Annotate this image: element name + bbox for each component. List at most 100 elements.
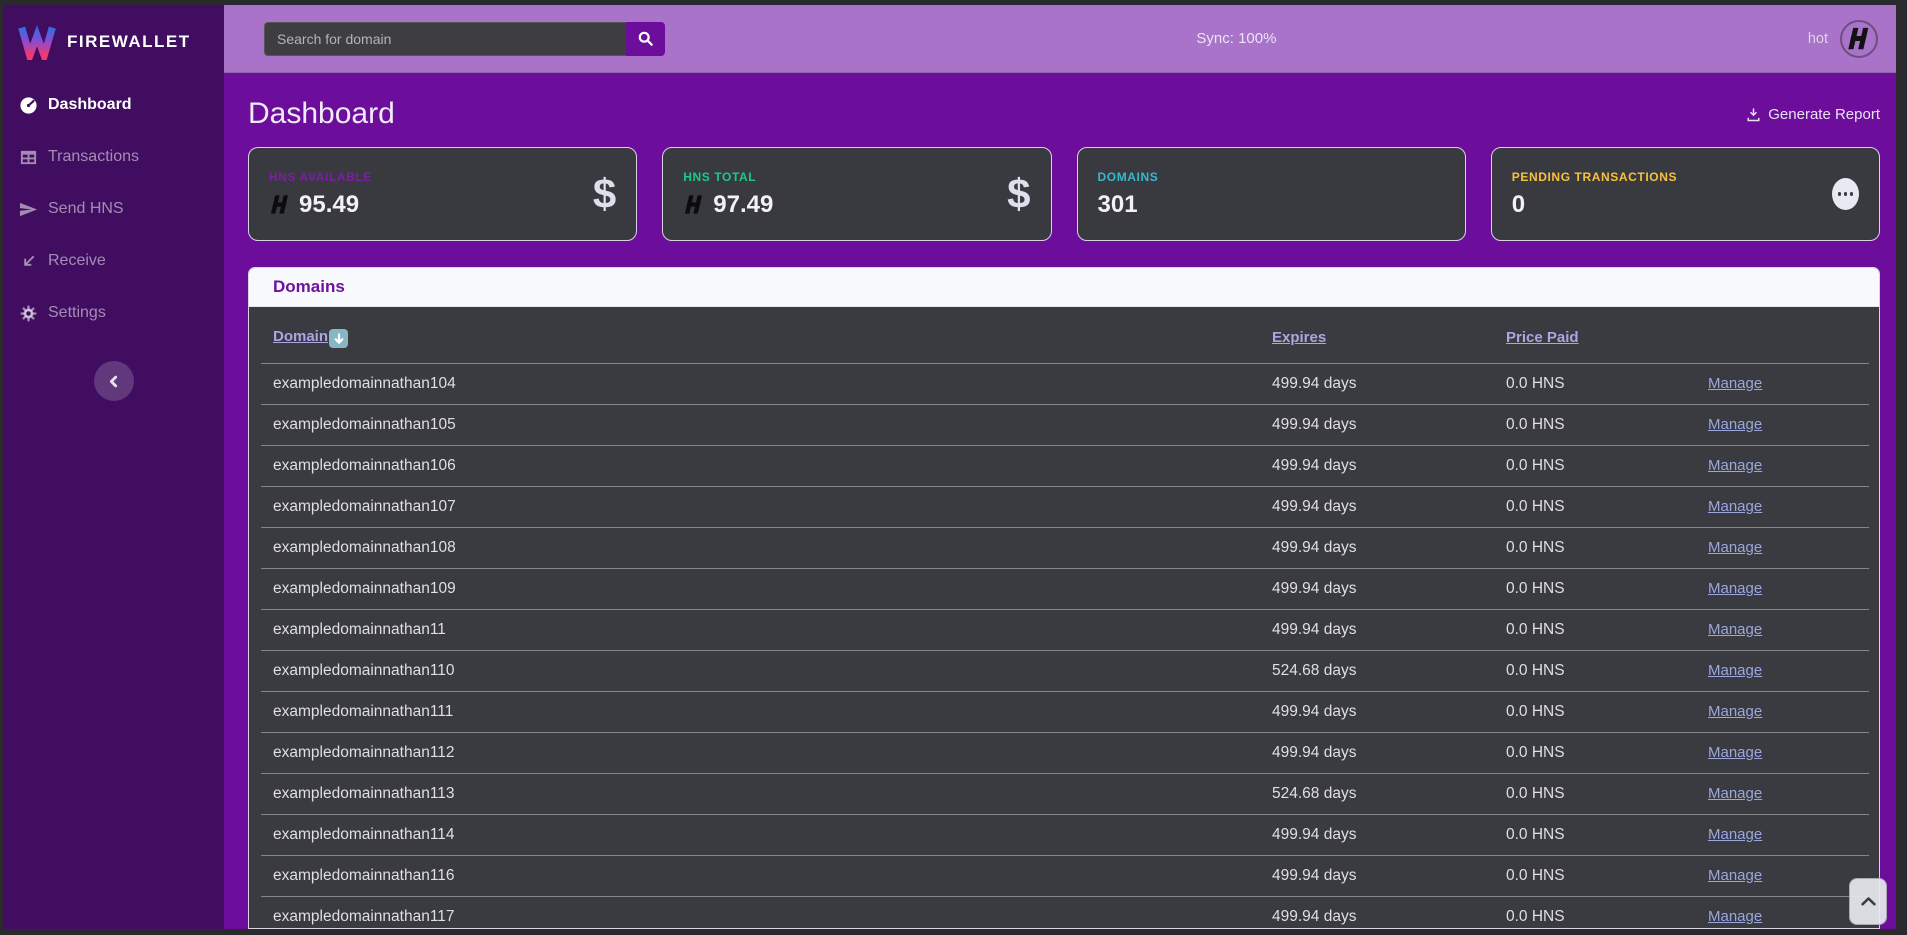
domains-panel-header: Domains bbox=[249, 268, 1879, 307]
hns-logo-icon bbox=[269, 193, 292, 216]
sidebar-nav: Dashboard Transactions Send HNS Receive bbox=[3, 79, 224, 339]
domains-table: Domain Expires Price Paid exampledomainn… bbox=[261, 307, 1869, 928]
manage-link[interactable]: Manage bbox=[1708, 785, 1762, 802]
domain-cell: exampledomainnathan111 bbox=[261, 691, 1260, 732]
domain-cell: exampledomainnathan107 bbox=[261, 486, 1260, 527]
domain-cell: exampledomainnathan112 bbox=[261, 732, 1260, 773]
price-cell: 0.0 HNS bbox=[1494, 609, 1696, 650]
manage-link[interactable]: Manage bbox=[1708, 416, 1762, 433]
stat-card-label: HNS AVAILABLE bbox=[269, 170, 372, 184]
search-input[interactable] bbox=[264, 22, 626, 56]
stat-card-hns-available: HNS AVAILABLE 95.49 $ bbox=[248, 147, 637, 241]
sidebar-item-dashboard[interactable]: Dashboard bbox=[3, 79, 224, 131]
dollar-sign-icon: $ bbox=[593, 173, 616, 215]
download-icon bbox=[1746, 107, 1761, 122]
stat-card-value: 95.49 bbox=[299, 191, 359, 219]
sort-by-domain-link[interactable]: Domain bbox=[273, 328, 328, 345]
domain-cell: exampledomainnathan109 bbox=[261, 568, 1260, 609]
brand[interactable]: FIREWALLET bbox=[3, 5, 224, 79]
domain-cell: exampledomainnathan110 bbox=[261, 650, 1260, 691]
expires-cell: 499.94 days bbox=[1260, 855, 1494, 896]
table-row: exampledomainnathan114 499.94 days 0.0 H… bbox=[261, 814, 1869, 855]
chevron-up-icon bbox=[1861, 897, 1876, 906]
manage-link[interactable]: Manage bbox=[1708, 580, 1762, 597]
sort-by-expires-link[interactable]: Expires bbox=[1272, 329, 1326, 346]
manage-link[interactable]: Manage bbox=[1708, 621, 1762, 638]
page-title: Dashboard bbox=[248, 97, 395, 131]
search-button[interactable] bbox=[626, 22, 665, 56]
wallet-avatar[interactable] bbox=[1840, 20, 1878, 58]
generate-report-button[interactable]: Generate Report bbox=[1746, 106, 1880, 123]
manage-link[interactable]: Manage bbox=[1708, 744, 1762, 761]
table-row: exampledomainnathan108 499.94 days 0.0 H… bbox=[261, 527, 1869, 568]
table-row: exampledomainnathan116 499.94 days 0.0 H… bbox=[261, 855, 1869, 896]
table-icon bbox=[19, 148, 38, 167]
dollar-sign-icon: $ bbox=[1007, 173, 1030, 215]
price-cell: 0.0 HNS bbox=[1494, 814, 1696, 855]
price-cell: 0.0 HNS bbox=[1494, 445, 1696, 486]
manage-link[interactable]: Manage bbox=[1708, 457, 1762, 474]
price-cell: 0.0 HNS bbox=[1494, 773, 1696, 814]
table-header-row: Domain Expires Price Paid bbox=[261, 307, 1869, 363]
hns-logo-icon bbox=[683, 193, 706, 216]
domain-cell: exampledomainnathan105 bbox=[261, 404, 1260, 445]
manage-link[interactable]: Manage bbox=[1708, 498, 1762, 515]
main-area: Sync: 100% hot Dashboard bbox=[224, 5, 1896, 929]
sort-down-arrow-icon bbox=[329, 329, 348, 348]
manage-link[interactable]: Manage bbox=[1708, 826, 1762, 843]
scroll-to-top-button[interactable] bbox=[1849, 878, 1887, 925]
table-row: exampledomainnathan11 499.94 days 0.0 HN… bbox=[261, 609, 1869, 650]
domain-search bbox=[264, 22, 665, 56]
price-cell: 0.0 HNS bbox=[1494, 691, 1696, 732]
sidebar-item-label: Settings bbox=[48, 304, 106, 322]
table-row: exampledomainnathan106 499.94 days 0.0 H… bbox=[261, 445, 1869, 486]
sidebar-item-transactions[interactable]: Transactions bbox=[3, 131, 224, 183]
chevron-left-icon bbox=[107, 375, 120, 388]
domain-cell: exampledomainnathan11 bbox=[261, 609, 1260, 650]
sidebar-item-receive[interactable]: Receive bbox=[3, 235, 224, 287]
table-row: exampledomainnathan113 524.68 days 0.0 H… bbox=[261, 773, 1869, 814]
brand-name: FIREWALLET bbox=[67, 32, 191, 52]
domains-panel: Domains Domain Expires Price Paid bbox=[248, 267, 1880, 929]
table-row: exampledomainnathan104 499.94 days 0.0 H… bbox=[261, 363, 1869, 404]
stat-card-label: PENDING TRANSACTIONS bbox=[1512, 170, 1677, 184]
stat-cards: HNS AVAILABLE 95.49 $ HNS TOTAL 97.49 bbox=[248, 147, 1880, 241]
sidebar-collapse-button[interactable] bbox=[94, 361, 134, 401]
manage-link[interactable]: Manage bbox=[1708, 662, 1762, 679]
wallet-name: hot bbox=[1808, 31, 1828, 47]
table-row: exampledomainnathan109 499.94 days 0.0 H… bbox=[261, 568, 1869, 609]
manage-link[interactable]: Manage bbox=[1708, 703, 1762, 720]
expires-cell: 499.94 days bbox=[1260, 363, 1494, 404]
topbar: Sync: 100% hot bbox=[224, 5, 1896, 73]
stat-card-label: DOMAINS bbox=[1098, 170, 1159, 184]
price-cell: 0.0 HNS bbox=[1494, 650, 1696, 691]
stat-card-domains: DOMAINS 301 bbox=[1077, 147, 1466, 241]
domain-cell: exampledomainnathan104 bbox=[261, 363, 1260, 404]
manage-link[interactable]: Manage bbox=[1708, 539, 1762, 556]
manage-link[interactable]: Manage bbox=[1708, 908, 1762, 925]
domain-cell: exampledomainnathan106 bbox=[261, 445, 1260, 486]
table-row: exampledomainnathan105 499.94 days 0.0 H… bbox=[261, 404, 1869, 445]
table-row: exampledomainnathan110 524.68 days 0.0 H… bbox=[261, 650, 1869, 691]
expires-cell: 499.94 days bbox=[1260, 896, 1494, 928]
domain-cell: exampledomainnathan116 bbox=[261, 855, 1260, 896]
sidebar-item-send-hns[interactable]: Send HNS bbox=[3, 183, 224, 235]
sort-by-price-link[interactable]: Price Paid bbox=[1506, 329, 1579, 346]
handshake-logo-icon bbox=[1846, 25, 1873, 52]
manage-link[interactable]: Manage bbox=[1708, 375, 1762, 392]
stat-card-hns-total: HNS TOTAL 97.49 $ bbox=[662, 147, 1051, 241]
wallet-menu[interactable]: hot bbox=[1808, 20, 1886, 58]
stat-card-value: 0 bbox=[1512, 191, 1525, 219]
manage-link[interactable]: Manage bbox=[1708, 867, 1762, 884]
price-cell: 0.0 HNS bbox=[1494, 404, 1696, 445]
price-cell: 0.0 HNS bbox=[1494, 568, 1696, 609]
sidebar-item-settings[interactable]: Settings bbox=[3, 287, 224, 339]
stat-card-value: 301 bbox=[1098, 191, 1138, 219]
domain-cell: exampledomainnathan117 bbox=[261, 896, 1260, 928]
price-cell: 0.0 HNS bbox=[1494, 486, 1696, 527]
price-cell: 0.0 HNS bbox=[1494, 896, 1696, 928]
dashboard-content: Dashboard Generate Report HNS AVAILABLE bbox=[224, 73, 1896, 929]
pending-menu-button[interactable] bbox=[1832, 178, 1859, 210]
gauge-icon bbox=[19, 96, 38, 115]
stat-card-value: 97.49 bbox=[713, 191, 773, 219]
